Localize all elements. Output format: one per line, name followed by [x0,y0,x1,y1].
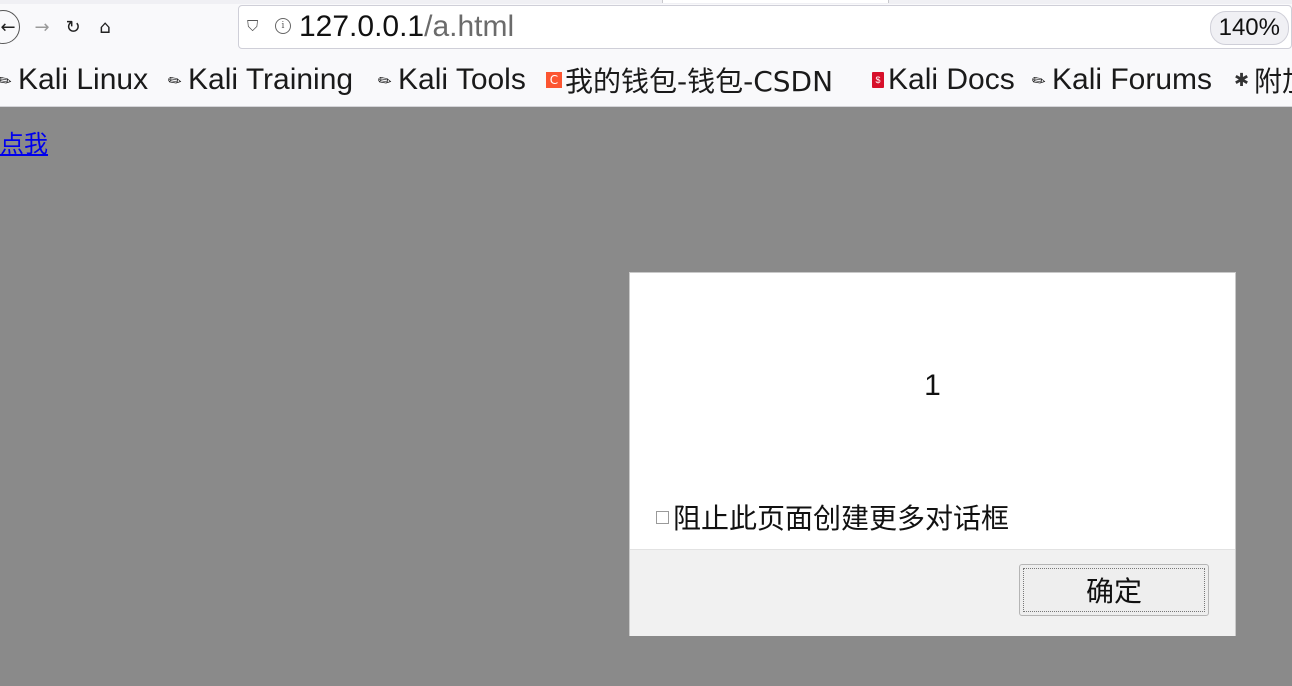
forward-button[interactable]: → [28,13,56,41]
dialog-footer: 确定 [630,549,1235,636]
ok-button[interactable]: 确定 [1019,564,1209,616]
url-host: 127.0.0.1 [299,10,425,43]
alert-dialog: 1 阻止此页面创建更多对话框 确定 [629,272,1236,636]
reload-icon: ↻ [65,16,81,38]
kali-docs-icon: $ [872,72,884,88]
tab-strip [0,0,1292,4]
kali-dragon-icon: ✎ [165,70,186,93]
home-icon: ⌂ [99,16,111,38]
kali-dragon-icon: ✎ [1029,70,1050,93]
bookmark-kali-docs[interactable]: $ Kali Docs [872,62,1015,98]
bookmark-label: Kali Docs [888,63,1015,96]
bookmark-kali-forums[interactable]: ✎ Kali Forums [1029,62,1213,98]
bookmark-label: Kali Forums [1052,63,1213,96]
bookmark-kali-linux[interactable]: ✎ Kali Linux [0,62,148,98]
puzzle-icon: ✱ [1234,69,1250,90]
reload-button[interactable]: ↻ [59,13,87,41]
bookmark-label: Kali Training [188,63,354,96]
bookmarks-toolbar: ✎ Kali Linux ✎ Kali Training ✎ Kali Tools C… [0,54,1292,107]
prevent-dialogs-checkbox[interactable] [656,510,669,524]
kali-dragon-icon: ✎ [375,70,396,93]
url-path: /a.html [424,10,515,43]
site-info-icon[interactable]: i [275,18,291,34]
back-button[interactable]: ← [0,10,20,44]
back-arrow-icon: ← [0,16,16,38]
bookmark-label: 附加 [1254,65,1292,98]
home-button[interactable]: ⌂ [91,13,119,41]
prevent-dialogs-option[interactable]: 阻止此页面创建更多对话框 [656,497,1009,537]
bookmark-addons[interactable]: ✱附加 [1234,62,1292,98]
focus-ring [1023,568,1205,612]
bookmark-label: 我的钱包-钱包-CSDN [565,65,834,98]
bookmark-label: Kali Tools [398,63,526,96]
csdn-icon: C [546,72,562,88]
tab-selected[interactable] [662,0,889,3]
dialog-message: 1 [924,369,941,402]
prevent-dialogs-label[interactable]: 阻止此页面创建更多对话框 [673,497,1009,537]
bookmark-csdn-wallet[interactable]: C 我的钱包-钱包-CSDN [546,62,833,98]
tracking-protection-shield-icon[interactable]: ⛉ [247,17,258,35]
url-text[interactable]: 127.0.0.1/a.html [299,10,514,44]
bookmark-kali-tools[interactable]: ✎ Kali Tools [375,62,526,98]
zoom-level-button[interactable]: 140% [1209,11,1289,45]
forward-arrow-icon: → [34,16,50,38]
bookmark-kali-training[interactable]: ✎ Kali Training [165,62,354,98]
url-bar[interactable]: ⛉ i 127.0.0.1/a.html 140% [238,5,1292,49]
bookmark-label: Kali Linux [18,63,149,96]
click-me-link[interactable]: 点我 [0,124,48,159]
navigation-toolbar: ← → ↻ ⌂ ⛉ i 127.0.0.1/a.html 140% [0,0,1292,54]
